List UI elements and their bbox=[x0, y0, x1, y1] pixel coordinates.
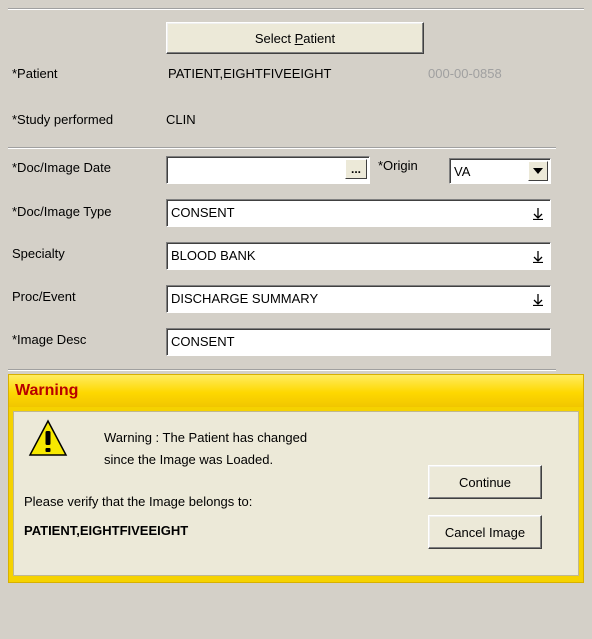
proc-event-label: Proc/Event bbox=[12, 289, 76, 304]
doc-type-value: CONSENT bbox=[171, 205, 235, 220]
down-arrow-icon[interactable] bbox=[530, 248, 546, 264]
doc-date-field[interactable]: ... bbox=[166, 156, 370, 184]
study-value: CLIN bbox=[166, 112, 196, 127]
warning-icon bbox=[28, 419, 68, 456]
study-label: *Study performed bbox=[12, 112, 114, 127]
date-picker-button[interactable]: ... bbox=[345, 159, 367, 179]
cancel-image-label: Cancel Image bbox=[444, 524, 526, 540]
warning-panel: Warning Warning : The Patient has change… bbox=[8, 374, 584, 583]
ellipsis-label: ... bbox=[350, 162, 361, 176]
warning-message-line2: since the Image was Loaded. bbox=[104, 452, 274, 467]
origin-dropdown-button[interactable] bbox=[528, 161, 548, 181]
proc-event-select[interactable]: DISCHARGE SUMMARY bbox=[166, 285, 551, 313]
warning-patient-name: PATIENT,EIGHTFIVEEIGHT bbox=[24, 523, 189, 538]
patient-label: *Patient bbox=[12, 66, 58, 81]
doc-type-label: *Doc/Image Type bbox=[12, 204, 112, 219]
origin-value: VA bbox=[454, 164, 471, 179]
warning-body: Warning : The Patient has changed since … bbox=[13, 411, 579, 576]
doc-type-select[interactable]: CONSENT bbox=[166, 199, 551, 227]
cancel-image-button[interactable]: Cancel Image bbox=[428, 515, 542, 549]
warning-title: Warning bbox=[15, 382, 79, 399]
warning-message-line1: Warning : The Patient has changed bbox=[104, 430, 308, 445]
down-arrow-icon[interactable] bbox=[530, 291, 546, 307]
section-divider bbox=[8, 147, 556, 149]
section-divider bbox=[8, 369, 556, 371]
select-patient-button[interactable]: Select Patient bbox=[166, 22, 424, 54]
verify-text: Please verify that the Image belongs to: bbox=[24, 494, 253, 509]
triangle-down-icon bbox=[533, 168, 543, 174]
continue-label: Continue bbox=[458, 474, 512, 490]
specialty-label: Specialty bbox=[12, 246, 65, 261]
patient-ssn: 000-00-0858 bbox=[428, 66, 502, 81]
image-desc-input[interactable]: CONSENT bbox=[166, 328, 551, 356]
select-patient-label: Select Patient bbox=[254, 30, 336, 46]
specialty-value: BLOOD BANK bbox=[171, 248, 256, 263]
down-arrow-icon[interactable] bbox=[530, 205, 546, 221]
specialty-select[interactable]: BLOOD BANK bbox=[166, 242, 551, 270]
image-desc-value: CONSENT bbox=[171, 334, 235, 349]
proc-event-value: DISCHARGE SUMMARY bbox=[171, 291, 319, 306]
top-divider bbox=[8, 8, 584, 10]
origin-label: *Origin bbox=[378, 158, 418, 173]
continue-button[interactable]: Continue bbox=[428, 465, 542, 499]
origin-select[interactable]: VA bbox=[449, 158, 551, 184]
image-desc-label: *Image Desc bbox=[12, 332, 87, 347]
doc-date-label: *Doc/Image Date bbox=[12, 160, 111, 175]
warning-title-bar: Warning bbox=[9, 375, 583, 407]
patient-name: PATIENT,EIGHTFIVEEIGHT bbox=[168, 66, 332, 81]
